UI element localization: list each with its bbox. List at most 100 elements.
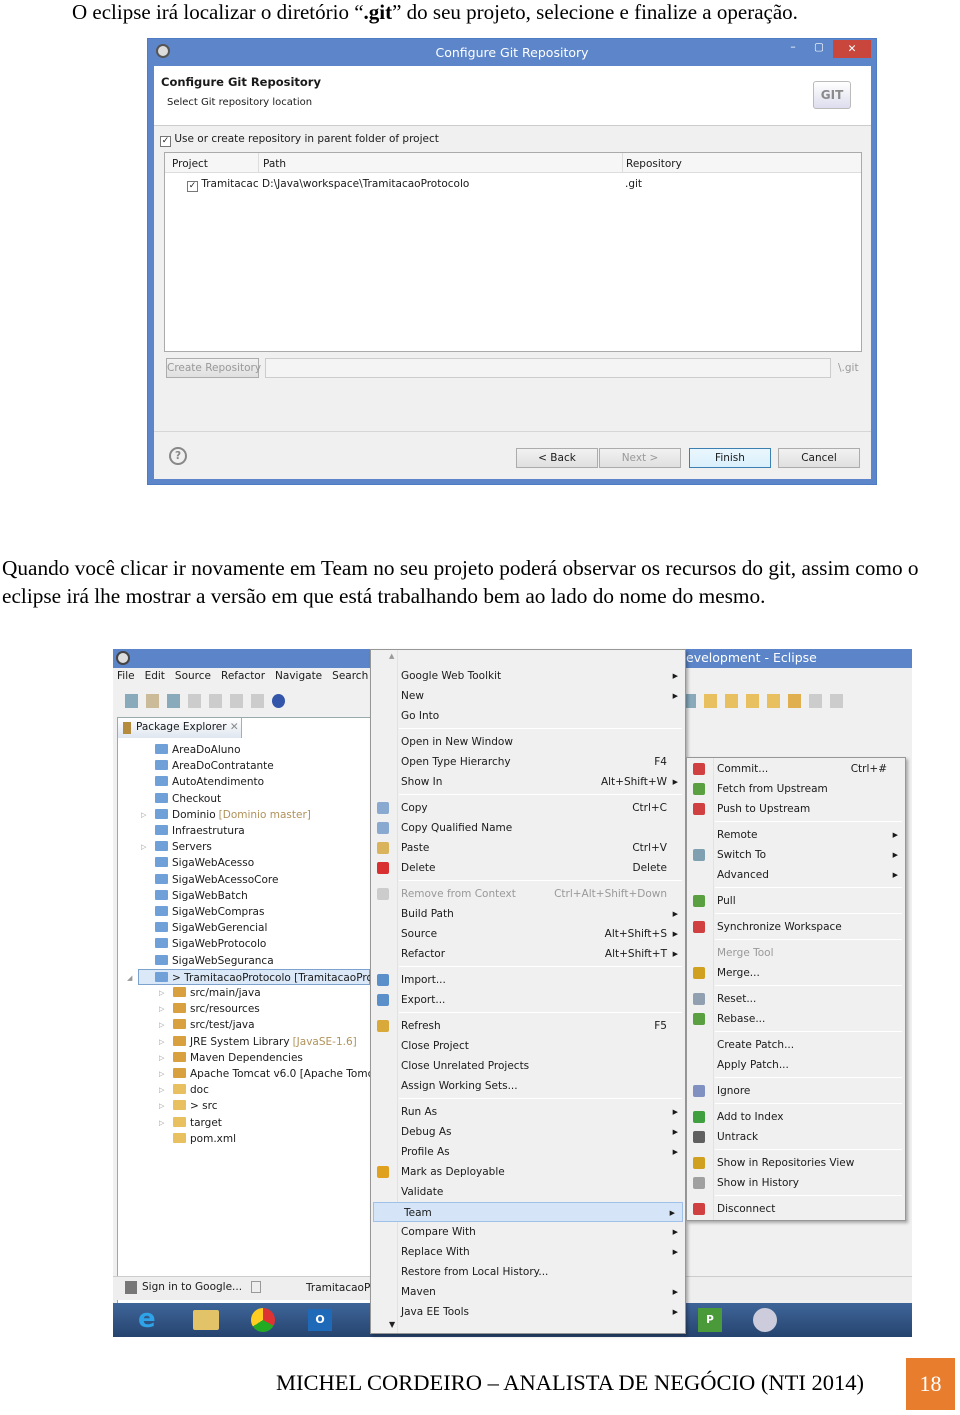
menu-item-refresh[interactable]: Refresh F5 [371, 1016, 685, 1036]
tree-item[interactable]: SigaWebGerencial [155, 920, 267, 936]
menu-item-copy-qualified-name[interactable]: Copy Qualified Name [371, 818, 685, 838]
close-tab-icon[interactable]: ✕ [230, 721, 239, 733]
expand-arrow-icon[interactable]: ▷ [159, 1001, 164, 1017]
collapse-arrow-icon[interactable]: ◢ [127, 970, 132, 986]
tree-item[interactable]: ▷ JRE System Library [JavaSE-1.6] [159, 1034, 357, 1050]
menu-item-source[interactable]: Source Alt+Shift+S ▶ [371, 924, 685, 944]
minimize-button[interactable]: – [780, 41, 806, 59]
package-explorer-tab[interactable]: Package Explorer ✕ [118, 718, 242, 738]
menu-item-synchronize-workspace[interactable]: Synchronize Workspace [687, 917, 905, 937]
help-icon[interactable]: ? [169, 447, 187, 465]
menu-item-paste[interactable]: Paste Ctrl+V [371, 838, 685, 858]
expand-arrow-icon[interactable]: ▷ [159, 985, 164, 1001]
menu-item-commit[interactable]: Commit... Ctrl+# [687, 759, 905, 779]
menu-item-disconnect[interactable]: Disconnect [687, 1199, 905, 1219]
navigate-icon[interactable] [809, 694, 822, 708]
menu-item-fetch-from-upstream[interactable]: Fetch from Upstream [687, 779, 905, 799]
menu-item-assign-working-sets[interactable]: Assign Working Sets... [371, 1076, 685, 1096]
open-task-icon[interactable] [746, 694, 759, 708]
menu-file[interactable]: File [117, 670, 135, 682]
paint-icon[interactable] [753, 1308, 777, 1332]
menu-item-go-into[interactable]: Go Into [371, 706, 685, 726]
expand-arrow-icon[interactable]: ▷ [159, 1050, 164, 1066]
tree-item[interactable]: AutoAtendimento [155, 774, 264, 790]
column-header-path[interactable]: Path [263, 158, 286, 170]
close-button[interactable]: ✕ [833, 40, 871, 58]
cancel-button[interactable]: Cancel [778, 448, 860, 468]
tree-item[interactable]: SigaWebAcessoCore [155, 872, 278, 888]
tree-item[interactable]: ▷ Dominio [Dominio master] [141, 807, 311, 823]
menu-item-untrack[interactable]: Untrack [687, 1127, 905, 1147]
menu-item-merge[interactable]: Merge... [687, 963, 905, 983]
expand-arrow-icon[interactable]: ▷ [159, 1017, 164, 1033]
menu-item-pull[interactable]: Pull [687, 891, 905, 911]
finish-button[interactable]: Finish [689, 448, 771, 468]
create-repository-button[interactable]: Create Repository [166, 358, 261, 378]
menu-item-delete[interactable]: Delete Delete [371, 858, 685, 878]
tree-item[interactable]: ▷ doc [159, 1082, 209, 1098]
menu-item-refactor[interactable]: Refactor Alt+Shift+T ▶ [371, 944, 685, 964]
menu-item-push-to-upstream[interactable]: Push to Upstream [687, 799, 905, 819]
menu-item-import[interactable]: Import... [371, 970, 685, 990]
tree-item[interactable]: ▷ Apache Tomcat v6.0 [Apache Tomcat v6. [159, 1066, 403, 1082]
menu-item-rebase[interactable]: Rebase... [687, 1009, 905, 1029]
outlook-icon[interactable]: O [308, 1309, 332, 1331]
table-row[interactable]: ✓ Tramitacac D:\Java\workspace\Tramitaca… [187, 178, 469, 192]
tree-item[interactable]: SigaWebAcesso [155, 855, 254, 871]
menu-search[interactable]: Search [332, 670, 368, 682]
menu-item-remote[interactable]: Remote ▶ [687, 825, 905, 845]
menu-item-apply-patch[interactable]: Apply Patch... [687, 1055, 905, 1075]
tree-item[interactable]: Checkout [155, 791, 221, 807]
tree-item[interactable]: pom.xml [173, 1131, 236, 1147]
tree-item[interactable]: ▷ > src [159, 1098, 217, 1114]
menu-item-create-patch[interactable]: Create Patch... [687, 1035, 905, 1055]
menu-item-team[interactable]: Team ▶ [373, 1202, 683, 1222]
tree-item[interactable]: ▷ src/test/java [159, 1017, 255, 1033]
tree-item[interactable]: SigaWebSeguranca [155, 953, 274, 969]
maximize-button[interactable]: ▢ [806, 41, 832, 59]
column-header-repository[interactable]: Repository [626, 158, 682, 170]
menu-item-java-ee-tools[interactable]: Java EE Tools ▶ [371, 1302, 685, 1322]
menu-item-new[interactable]: New ▶ [371, 686, 685, 706]
new-package-icon[interactable] [167, 694, 180, 708]
open-folder-icon[interactable] [725, 694, 738, 708]
tree-item[interactable]: ▷ src/main/java [159, 985, 261, 1001]
tree-item[interactable]: SigaWebBatch [155, 888, 248, 904]
expand-arrow-icon[interactable]: ▷ [141, 807, 146, 823]
menu-item-profile-as[interactable]: Profile As ▶ [371, 1142, 685, 1162]
scroll-up-arrow[interactable]: ▲ [389, 652, 394, 660]
search-icon[interactable] [788, 694, 801, 708]
expand-arrow-icon[interactable]: ▷ [159, 1115, 164, 1131]
tree-item[interactable]: AreaDoAluno [155, 742, 241, 758]
menu-item-merge-tool[interactable]: Merge Tool [687, 943, 905, 963]
menu-item-export[interactable]: Export... [371, 990, 685, 1010]
print-icon[interactable] [230, 694, 243, 708]
menu-navigate[interactable]: Navigate [275, 670, 322, 682]
menu-item-validate[interactable]: Validate [371, 1182, 685, 1202]
back-icon[interactable] [830, 694, 843, 708]
new-project-icon[interactable] [146, 694, 159, 708]
next-button[interactable]: Next > [599, 448, 681, 468]
tree-item[interactable]: ▷ Maven Dependencies [159, 1050, 303, 1066]
back-button[interactable]: < Back [516, 448, 598, 468]
row-checkbox[interactable]: ✓ [187, 181, 198, 192]
menu-edit[interactable]: Edit [145, 670, 165, 682]
menu-item-show-in-history[interactable]: Show in History [687, 1173, 905, 1193]
expand-arrow-icon[interactable]: ▷ [159, 1066, 164, 1082]
new-icon[interactable] [125, 694, 138, 708]
menu-item-close-project[interactable]: Close Project [371, 1036, 685, 1056]
toggle-icon[interactable] [251, 694, 264, 708]
open-folder-icon[interactable] [704, 694, 717, 708]
expand-arrow-icon[interactable]: ▷ [159, 1098, 164, 1114]
menu-source[interactable]: Source [175, 670, 211, 682]
expand-arrow-icon[interactable]: ▷ [159, 1034, 164, 1050]
tree-item[interactable]: SigaWebProtocolo [155, 936, 266, 952]
sign-in-google[interactable]: Sign in to Google... [142, 1281, 242, 1293]
menu-item-google-web-toolkit[interactable]: Google Web Toolkit ▶ [371, 666, 685, 686]
menu-item-ignore[interactable]: Ignore [687, 1081, 905, 1101]
menu-item-maven[interactable]: Maven ▶ [371, 1282, 685, 1302]
menu-item-advanced[interactable]: Advanced ▶ [687, 865, 905, 885]
tree-item[interactable]: ▷ src/resources [159, 1001, 260, 1017]
menu-item-replace-with[interactable]: Replace With ▶ [371, 1242, 685, 1262]
menu-item-remove-from-context[interactable]: Remove from Context Ctrl+Alt+Shift+Down [371, 884, 685, 904]
